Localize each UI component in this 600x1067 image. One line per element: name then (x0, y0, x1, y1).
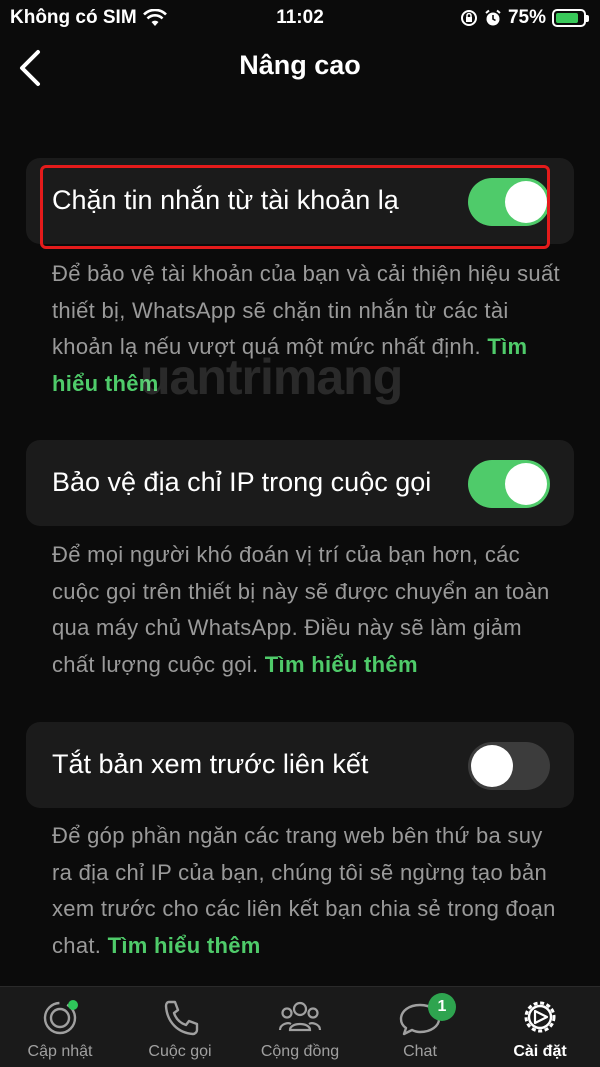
learn-more-link[interactable]: Tìm hiểu thêm (108, 933, 261, 958)
tab-chats[interactable]: 1 Chat (360, 987, 480, 1067)
settings-gear-icon (524, 1001, 556, 1033)
description-text: Để bảo vệ tài khoản của bạn và cải thiện… (52, 261, 560, 359)
tab-settings[interactable]: Cài đặt (480, 987, 600, 1067)
toggle-knob (471, 745, 513, 787)
orientation-lock-icon (460, 10, 477, 26)
setting-card-link-preview[interactable]: Tắt bản xem trước liên kết (26, 722, 574, 808)
tab-label: Cộng đồng (260, 1043, 340, 1060)
community-icon (278, 1001, 322, 1032)
tab-label: Cài đặt (513, 1043, 567, 1060)
setting-label: Bảo vệ địa chỉ IP trong cuộc gọi (52, 467, 432, 497)
phone-icon (164, 1000, 199, 1036)
ip-protect-toggle[interactable] (468, 460, 550, 508)
nav-bar: Nâng cao (0, 36, 600, 100)
setting-description: Để mọi người khó đoán vị trí của bạn hơn… (52, 537, 562, 683)
page-title: Nâng cao (239, 50, 361, 80)
setting-label: Tắt bản xem trước liên kết (52, 749, 369, 779)
tab-bar: Cập nhật Cuộc gọi Cộng đồng 1 Chat Cài đ… (0, 986, 600, 1067)
highlight-box (40, 165, 550, 249)
alarm-icon (485, 9, 501, 26)
toggle-knob (505, 463, 547, 505)
status-right: 75% (460, 7, 589, 29)
setting-card-ip-protect[interactable]: Bảo vệ địa chỉ IP trong cuộc gọi (26, 440, 574, 526)
tab-label: Chat (403, 1043, 437, 1060)
tab-calls[interactable]: Cuộc gọi (120, 987, 240, 1067)
chat-badge: 1 (428, 993, 456, 1021)
updates-dot (68, 1000, 78, 1010)
battery-percent: 75% (507, 7, 546, 28)
tab-updates[interactable]: Cập nhật (0, 987, 120, 1067)
learn-more-link[interactable]: Tìm hiểu thêm (265, 652, 418, 677)
tab-label: Cập nhật (27, 1043, 93, 1060)
status-bar: Không có SIM 11:02 75% (0, 0, 600, 36)
link-preview-toggle[interactable] (468, 742, 550, 790)
battery-icon (552, 9, 589, 27)
watermark: uantrimang (140, 349, 403, 405)
tab-community[interactable]: Cộng đồng (240, 987, 360, 1067)
tab-label: Cuộc gọi (148, 1043, 212, 1060)
setting-description: Để góp phần ngăn các trang web bên thứ b… (52, 818, 562, 964)
